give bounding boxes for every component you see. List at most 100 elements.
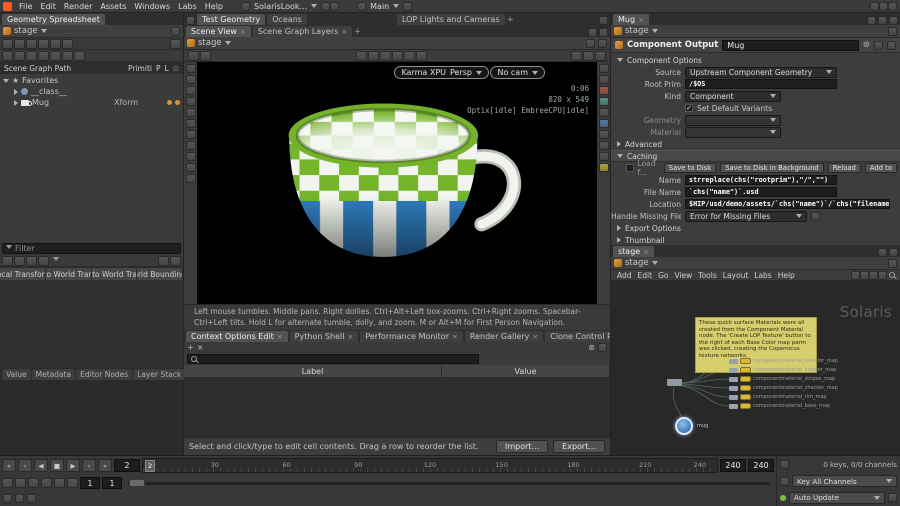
tree-settings-gear-icon[interactable] <box>170 38 181 49</box>
jump-start-button[interactable]: « <box>2 459 16 472</box>
filter-geometry-icon[interactable] <box>50 50 61 61</box>
simulation-toggle-icon[interactable] <box>41 478 52 488</box>
path-caret-icon[interactable] <box>651 29 658 33</box>
play-button[interactable]: ▶ <box>66 459 80 472</box>
audio-toggle-icon[interactable] <box>54 478 65 488</box>
close-tab-icon[interactable]: × <box>347 333 353 341</box>
column-layer[interactable]: L <box>165 64 169 73</box>
filter-cameras-icon[interactable] <box>26 50 37 61</box>
playhead-marker[interactable]: 2 <box>145 460 156 472</box>
export-button[interactable]: Export... <box>553 440 605 453</box>
purpose-toggle-icon[interactable] <box>167 100 172 105</box>
path-pin-icon[interactable] <box>888 26 897 36</box>
net-menu-view[interactable]: View <box>671 271 695 280</box>
material-preview-icon[interactable] <box>598 97 609 106</box>
save-desktop-icon[interactable] <box>321 1 331 11</box>
measure-tool-icon[interactable] <box>185 163 196 172</box>
node-name-field[interactable]: Mug <box>722 39 859 51</box>
path-caret-icon[interactable] <box>651 261 658 265</box>
path-caret-icon[interactable] <box>224 41 231 45</box>
global-start-field[interactable]: 1 <box>80 477 100 489</box>
menu-windows[interactable]: Windows <box>130 2 174 11</box>
net-menu-layout[interactable]: Layout <box>720 271 752 280</box>
close-tab-icon[interactable]: × <box>643 248 649 256</box>
net-menu-labs[interactable]: Labs <box>751 271 774 280</box>
options-table-body[interactable] <box>184 377 610 437</box>
sync-selection-icon[interactable] <box>38 38 49 49</box>
net-tool-2-icon[interactable] <box>860 270 869 280</box>
options-gear-icon[interactable]: ⊛ <box>588 343 595 352</box>
shelf-tab-oceans[interactable]: Oceans <box>267 14 307 25</box>
playback-menu-icon[interactable] <box>2 478 13 488</box>
loop-mode-icon[interactable] <box>28 478 39 488</box>
tab-python-shell[interactable]: Python Shell × <box>289 331 359 342</box>
path-text[interactable]: stage <box>625 26 649 36</box>
close-tab-icon[interactable]: × <box>638 16 644 24</box>
snap-tool-icon[interactable] <box>185 130 196 139</box>
add-shelf-icon[interactable]: + <box>507 15 514 25</box>
close-tab-icon[interactable]: × <box>277 333 283 341</box>
maximize-pane-icon[interactable] <box>889 16 898 25</box>
merge-node[interactable] <box>667 379 682 386</box>
split-pane-icon[interactable] <box>878 16 887 25</box>
location-field[interactable]: $HIP/usd/demo/assets/`chs("name")`/`chs(… <box>685 199 890 209</box>
current-frame-field[interactable]: 2 <box>114 459 140 472</box>
prev-frame-button[interactable]: ◀ <box>34 459 48 472</box>
tree-row-mug[interactable]: Mug Xform <box>0 97 183 108</box>
layout-icon[interactable] <box>357 1 367 11</box>
path-text[interactable]: stage <box>625 258 649 268</box>
col-local-transform[interactable]: Local Transform <box>0 268 46 280</box>
menu-edit[interactable]: Edit <box>36 2 60 11</box>
frame-selection-icon[interactable] <box>26 38 37 49</box>
background-toggle-icon[interactable] <box>598 119 609 128</box>
select-tool-icon[interactable] <box>185 64 196 73</box>
help-window-icon[interactable] <box>888 1 897 11</box>
desktop-selector[interactable]: SolarisLook... <box>250 2 311 11</box>
lights-toggle-icon[interactable] <box>598 108 609 117</box>
save-to-disk-button[interactable]: Save to Disk <box>663 163 717 173</box>
render-flag-icon[interactable] <box>598 86 609 95</box>
main-selector[interactable]: Main <box>366 2 393 11</box>
variants-checkbox[interactable]: ✓ <box>685 104 693 112</box>
column-view-icon[interactable] <box>14 255 25 266</box>
wide-view-icon[interactable] <box>38 255 49 266</box>
tab-render-gallery[interactable]: Render Gallery × <box>464 331 544 342</box>
rotate-tool-icon[interactable] <box>185 86 196 95</box>
wireframe-toggle-icon[interactable] <box>598 75 609 84</box>
reload-button[interactable]: Reload <box>827 163 861 173</box>
expand-caret-icon[interactable] <box>3 78 9 83</box>
file-name-field[interactable]: `chs("name")`.usd <box>685 187 837 197</box>
section-advanced[interactable]: Advanced <box>611 138 900 150</box>
new-tab-icon[interactable]: + <box>354 27 361 37</box>
param-gear-icon[interactable]: ⊛ <box>863 40 870 50</box>
viewport-canvas[interactable]: Karma XPU Persp No cam 0:06 820 x 549 Op… <box>197 62 597 304</box>
bookmark-icon[interactable] <box>27 493 36 503</box>
slider-handle[interactable] <box>129 479 145 487</box>
tab-layer-stack[interactable]: Layer Stack <box>133 369 186 380</box>
filter-instances-icon[interactable] <box>62 50 73 61</box>
tab-editor-nodes[interactable]: Editor Nodes <box>76 369 133 380</box>
add-to-button[interactable]: Add to <box>864 163 897 173</box>
menu-assets[interactable]: Assets <box>96 2 130 11</box>
first-person-tool-icon[interactable] <box>185 174 196 183</box>
menu-file[interactable]: File <box>15 2 36 11</box>
display-options-icon[interactable] <box>379 50 391 61</box>
stop-button[interactable]: ■ <box>50 459 64 472</box>
close-tab-icon[interactable]: × <box>240 28 246 36</box>
shelf-tab-lop-lights-cameras[interactable]: LOP Lights and Cameras <box>396 14 505 25</box>
column-target-icon[interactable]: ⊙ <box>173 64 179 73</box>
collapsed-caret-icon[interactable] <box>14 88 18 95</box>
snapshot-icon[interactable] <box>571 50 582 61</box>
delete-option-icon[interactable]: × <box>197 343 204 352</box>
compact-view-icon[interactable] <box>26 255 37 266</box>
pose-tool-icon[interactable] <box>185 119 196 128</box>
scene-graph-tree[interactable]: ★ Favorites __class__ Mug Xform <box>0 74 183 242</box>
col-to-world-transform[interactable]: ...to World Transf <box>45 268 92 280</box>
network-node[interactable]: componentmaterial_checker_map <box>729 385 838 391</box>
lasso-tool-icon[interactable] <box>185 152 196 161</box>
net-tool-1-icon[interactable] <box>851 270 860 280</box>
tab-mug-parameters[interactable]: Mug × <box>613 14 649 25</box>
root-prim-field[interactable]: /$OS <box>685 79 837 89</box>
load-from-disk-checkbox[interactable] <box>625 164 634 172</box>
net-tool-3-icon[interactable] <box>869 270 878 280</box>
